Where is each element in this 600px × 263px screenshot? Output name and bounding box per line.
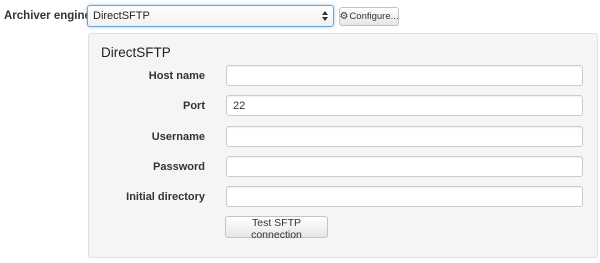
select-arrows-icon (322, 11, 328, 21)
configure-button[interactable]: ⚙ Configure... (339, 7, 399, 26)
panel-title: DirectSFTP (101, 45, 171, 60)
archiver-settings-form: Archiver engine DirectSFTP ⚙ Configure..… (0, 0, 600, 263)
archiver-engine-label: Archiver engine (4, 10, 91, 22)
port-input[interactable] (226, 95, 583, 116)
username-label: Username (151, 131, 205, 143)
port-label: Port (183, 100, 205, 112)
test-sftp-connection-button[interactable]: Test SFTP connection (225, 216, 328, 241)
password-label: Password (153, 161, 205, 173)
archiver-engine-selected-value: DirectSFTP (93, 10, 150, 22)
configure-button-label: Configure... (349, 11, 399, 22)
username-input[interactable] (226, 126, 583, 147)
host-name-label: Host name (148, 70, 205, 82)
archiver-engine-select[interactable]: DirectSFTP (87, 5, 334, 27)
host-name-input[interactable] (226, 65, 583, 86)
engine-options-panel: DirectSFTP Host name Port Username Passw… (88, 33, 598, 258)
initial-directory-label: Initial directory (126, 191, 205, 203)
initial-directory-input[interactable] (226, 186, 583, 207)
gear-icon: ⚙ (339, 10, 349, 22)
password-input[interactable] (226, 156, 583, 177)
